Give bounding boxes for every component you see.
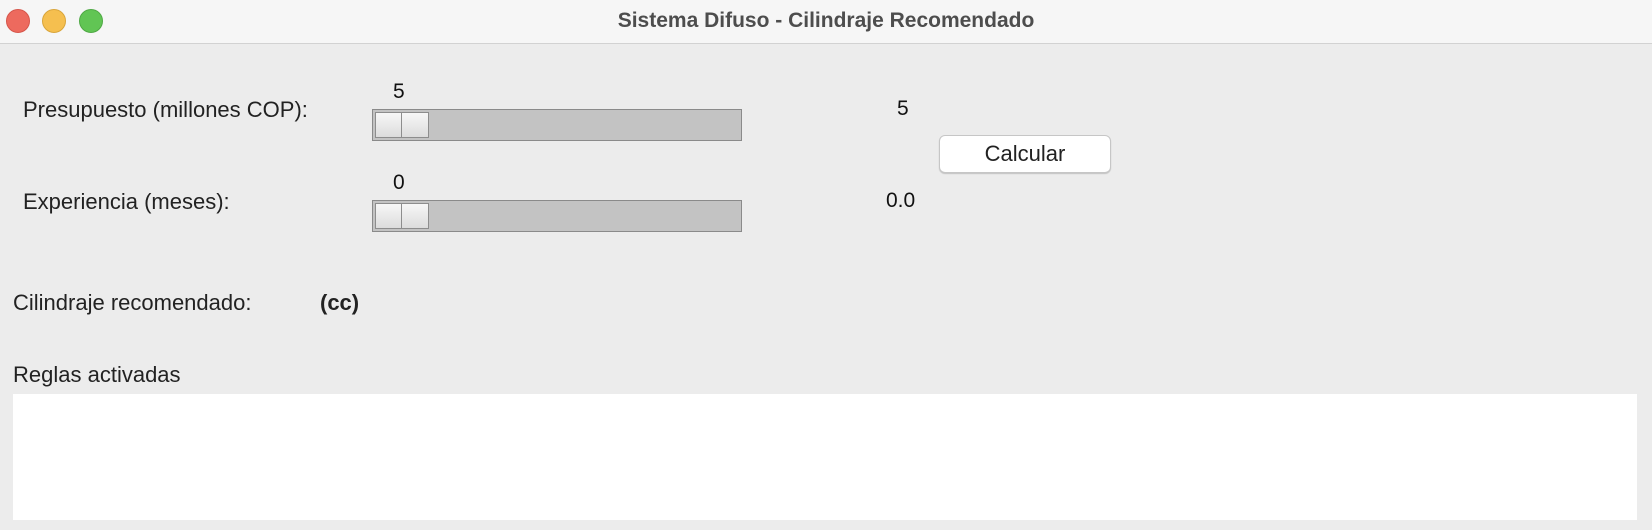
presupuesto-slider-value: 5 [393,80,405,103]
experiencia-slider[interactable] [372,200,742,232]
presupuesto-display-value: 5 [897,97,909,120]
experiencia-slider-value: 0 [393,171,405,194]
experiencia-slider-thumb[interactable] [375,203,429,229]
window-title: Sistema Difuso - Cilindraje Recomendado [617,9,1035,32]
rules-text-area[interactable] [13,394,1637,520]
title-bar: Sistema Difuso - Cilindraje Recomendado [0,0,1652,44]
calcular-button[interactable]: Calcular [939,135,1111,173]
rules-label: Reglas activadas [13,362,181,387]
presupuesto-slider-thumb[interactable] [375,112,429,138]
result-value: (cc) [320,290,360,315]
presupuesto-label: Presupuesto (millones COP): [23,97,308,122]
experiencia-label: Experiencia (meses): [23,189,230,214]
result-label: Cilindraje recomendado: [13,290,252,315]
presupuesto-slider[interactable] [372,109,742,141]
experiencia-display-value: 0.0 [886,189,916,212]
